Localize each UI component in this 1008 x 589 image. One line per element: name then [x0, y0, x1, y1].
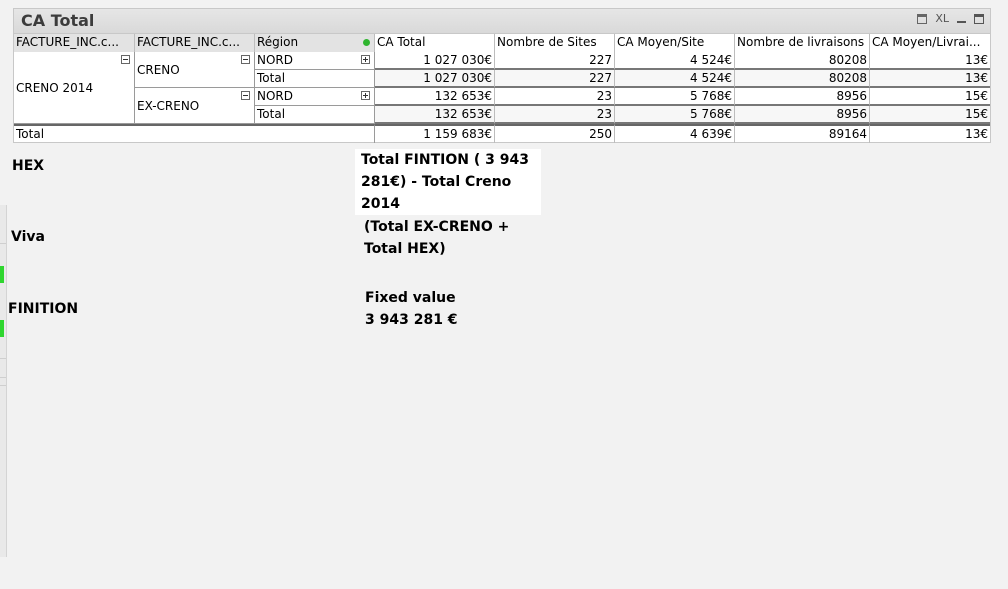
note-viva-formula: (Total EX-CRENO + Total HEX)	[364, 216, 509, 260]
ca-total-value: 1 159 683€	[375, 124, 495, 143]
ca-total-value: 132 653€	[375, 88, 495, 106]
livraisons-value: 80208	[735, 52, 870, 70]
ca-moyen-livraison-value: 15€	[870, 106, 990, 124]
sites-value: 227	[495, 70, 615, 88]
dimension-cell-sub[interactable]: CRENO	[135, 52, 255, 88]
ca-moyen-site-value: 4 524€	[615, 70, 735, 88]
dimension-cell-group[interactable]: CRENO 2014	[14, 52, 135, 124]
window-title: CA Total	[21, 11, 95, 30]
column-header[interactable]: CA Moyen/Site	[615, 34, 735, 52]
note-line: 281€) - Total Creno	[361, 174, 512, 190]
ca-moyen-livraison-value: 13€	[870, 124, 990, 143]
region-total-cell: Total	[255, 106, 375, 124]
note-line: Total HEX)	[364, 241, 446, 257]
window-controls: XL	[917, 12, 984, 25]
note-hex-formula: Total FINTION ( 3 943 281€) - Total Cren…	[361, 149, 529, 215]
column-header[interactable]: FACTURE_INC.c...	[14, 34, 135, 52]
collapse-icon[interactable]	[241, 55, 250, 64]
column-header[interactable]: CA Total	[375, 34, 495, 52]
column-header[interactable]: CA Moyen/Livrai...	[870, 34, 990, 52]
note-finition-value: Fixed value 3 943 281 €	[365, 287, 458, 331]
selection-indicator	[0, 266, 4, 283]
column-header[interactable]: Nombre de Sites	[495, 34, 615, 52]
expand-icon[interactable]	[361, 55, 370, 64]
ca-total-value: 1 027 030€	[375, 52, 495, 70]
window-titlebar: CA Total XL	[14, 9, 990, 34]
grand-total-label: Total	[14, 124, 375, 143]
label-finition: FINITION	[8, 301, 79, 317]
left-side-panel	[0, 205, 7, 557]
label-viva: Viva	[11, 229, 45, 245]
ca-moyen-livraison-value: 13€	[870, 52, 990, 70]
sites-value: 227	[495, 52, 615, 70]
label-hex: HEX	[12, 158, 45, 174]
maximize-icon[interactable]	[974, 13, 984, 24]
ca-total-value: 132 653€	[375, 106, 495, 124]
minimize-icon[interactable]	[957, 14, 966, 23]
ca-total-value: 1 027 030€	[375, 70, 495, 88]
panel-divider	[0, 243, 6, 244]
region-cell[interactable]: NORD	[255, 88, 375, 106]
column-header[interactable]: FACTURE_INC.c...	[135, 34, 255, 52]
livraisons-value: 80208	[735, 70, 870, 88]
ca-moyen-site-value: 5 768€	[615, 88, 735, 106]
ca-moyen-site-value: 4 524€	[615, 52, 735, 70]
livraisons-value: 8956	[735, 106, 870, 124]
panel-divider	[0, 385, 6, 386]
ca-moyen-site-value: 5 768€	[615, 106, 735, 124]
selection-dot-icon	[363, 39, 370, 46]
pivot-table-window: CA Total XL FACTURE_INC.c... FACTURE_INC…	[13, 8, 991, 143]
ca-moyen-livraison-value: 13€	[870, 70, 990, 88]
livraisons-value: 89164	[735, 124, 870, 143]
note-line: (Total EX-CRENO +	[364, 219, 510, 235]
sites-value: 23	[495, 88, 615, 106]
ca-moyen-livraison-value: 15€	[870, 88, 990, 106]
print-icon[interactable]	[917, 13, 928, 24]
sites-value: 250	[495, 124, 615, 143]
note-line: 3 943 281 €	[365, 312, 458, 328]
sites-value: 23	[495, 106, 615, 124]
selection-indicator	[0, 320, 4, 337]
region-cell[interactable]: NORD	[255, 52, 375, 70]
livraisons-value: 8956	[735, 88, 870, 106]
panel-divider	[0, 358, 6, 359]
note-line: Fixed value	[365, 290, 456, 306]
note-line: 2014	[361, 196, 400, 212]
collapse-icon[interactable]	[121, 55, 130, 64]
xl-export-button[interactable]: XL	[935, 12, 949, 25]
ca-moyen-site-value: 4 639€	[615, 124, 735, 143]
column-header[interactable]: Région	[255, 34, 375, 52]
panel-divider	[0, 377, 6, 378]
dimension-cell-sub[interactable]: EX-CRENO	[135, 88, 255, 124]
region-total-cell: Total	[255, 70, 375, 88]
collapse-icon[interactable]	[241, 91, 250, 100]
note-line: Total FINTION ( 3 943	[361, 152, 529, 168]
expand-icon[interactable]	[361, 91, 370, 100]
column-header[interactable]: Nombre de livraisons	[735, 34, 870, 52]
